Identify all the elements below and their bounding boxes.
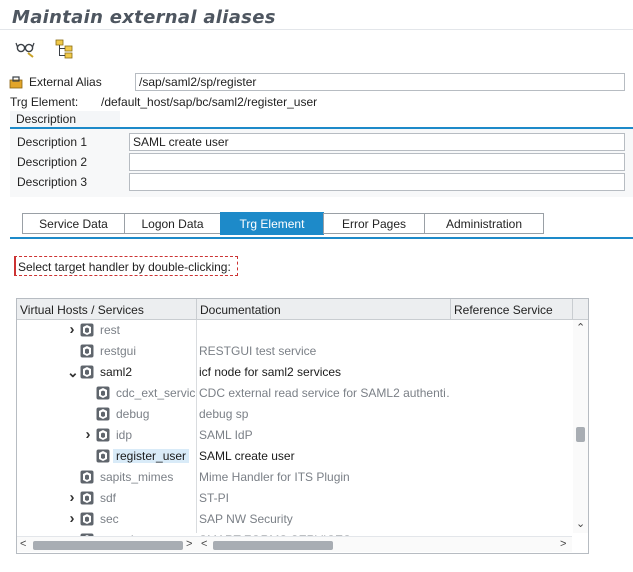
tree-node-documentation: SAML create user — [199, 449, 295, 463]
service-node-icon — [80, 512, 94, 526]
description-section-title: Description — [10, 111, 120, 127]
tree-node-documentation: ST-PI — [199, 491, 230, 505]
tree-node-label[interactable]: register_user — [113, 449, 190, 463]
tree-row[interactable]: register_user SAML create user — [17, 446, 572, 467]
service-node-icon — [80, 470, 94, 484]
tree-node-documentation: Mime Handler for ITS Plugin — [199, 470, 350, 484]
chevron-down-icon[interactable]: ⌄ — [67, 365, 79, 379]
service-node-icon — [96, 449, 110, 463]
tree-node-documentation: SAP NW Security — [199, 512, 293, 526]
tree-row[interactable]: ⌄ saml2 icf node for saml2 services — [17, 362, 572, 383]
trg-element-label: Trg Element: — [10, 95, 79, 109]
tree-node-label[interactable]: saml2 — [100, 365, 132, 379]
scroll-down-icon[interactable]: ⌄ — [576, 519, 585, 530]
column-header-reference-service[interactable]: Reference Service — [451, 299, 573, 320]
tree-row[interactable]: debug debug sp — [17, 404, 572, 425]
tree-node-documentation: SAML IdP — [199, 428, 253, 442]
service-tree[interactable]: Virtual Hosts / Services Documentation R… — [16, 298, 589, 554]
trg-element-value: /default_host/sap/bc/saml2/register_user — [101, 95, 318, 109]
tree-row[interactable]: restgui RESTGUI test service — [17, 341, 572, 362]
toolbar — [0, 31, 633, 65]
tree-row[interactable]: › sec SAP NW Security — [17, 509, 572, 530]
tree-header: Virtual Hosts / Services Documentation R… — [17, 299, 588, 320]
chevron-right-icon[interactable]: › — [67, 322, 77, 337]
scroll-up-icon[interactable]: ⌃ — [576, 323, 585, 334]
tree-node-documentation: debug sp — [199, 407, 249, 421]
tree-row[interactable]: › sdf ST-PI — [17, 488, 572, 509]
description-2-field[interactable] — [129, 153, 625, 171]
horizontal-scroll-thumb-right[interactable] — [213, 541, 333, 550]
tree-node-label[interactable]: debug — [116, 407, 149, 421]
tree-node-label[interactable]: rest — [100, 323, 120, 337]
tree-row[interactable]: sapits_mimes Mime Handler for ITS Plugin — [17, 467, 572, 488]
service-node-icon — [80, 365, 94, 379]
tree-row[interactable]: › rest — [17, 320, 572, 341]
scroll-right-icon[interactable]: > — [560, 539, 566, 550]
tab-trg-element[interactable]: Trg Element — [220, 212, 324, 235]
description-2-label: Description 2 — [17, 155, 88, 169]
service-node-icon — [96, 428, 110, 442]
scroll-left-icon[interactable]: < — [20, 539, 26, 550]
tree-node-label[interactable]: restgui — [100, 344, 136, 358]
tab-error-pages[interactable]: Error Pages — [323, 213, 425, 234]
tab-service-data[interactable]: Service Data — [22, 213, 125, 234]
horizontal-scroll-thumb-left[interactable] — [33, 541, 183, 550]
description-1-field[interactable]: SAML create user — [129, 133, 625, 151]
tab-logon-data[interactable]: Logon Data — [124, 213, 221, 234]
alias-icon — [9, 75, 23, 89]
description-3-field[interactable] — [129, 173, 625, 191]
display-change-button[interactable] — [14, 37, 36, 59]
hint-text: Select target handler by double-clicking… — [14, 256, 238, 276]
hierarchy-button[interactable] — [53, 37, 75, 59]
hierarchy-icon — [55, 39, 73, 59]
vertical-scroll-thumb[interactable] — [576, 427, 585, 442]
chevron-right-icon[interactable]: › — [67, 511, 77, 526]
tree-node-label[interactable]: sdf — [100, 491, 116, 505]
service-node-icon — [80, 344, 94, 358]
tree-node-label[interactable]: sec — [100, 512, 119, 526]
external-alias-label: External Alias — [29, 75, 102, 89]
tree-node-documentation: RESTGUI test service — [199, 344, 317, 358]
chevron-right-icon[interactable]: › — [83, 427, 93, 442]
tree-node-label[interactable]: idp — [116, 428, 132, 442]
horizontal-scrollbar[interactable]: < > < > — [17, 536, 572, 552]
service-node-icon — [96, 386, 110, 400]
chevron-right-icon[interactable]: › — [67, 490, 77, 505]
description-3-label: Description 3 — [17, 175, 88, 189]
scroll-left-right-pane-icon[interactable]: < — [201, 539, 207, 550]
service-node-icon — [80, 491, 94, 505]
column-header-documentation[interactable]: Documentation — [197, 299, 451, 320]
tree-node-label[interactable]: sapits_mimes — [100, 470, 173, 484]
tree-row[interactable]: cdc_ext_servic CDC external read service … — [17, 383, 572, 404]
service-node-icon — [96, 407, 110, 421]
vertical-scrollbar[interactable]: ⌃ ⌄ — [573, 320, 588, 533]
external-alias-field[interactable]: /sap/saml2/sp/register — [135, 73, 625, 91]
scroll-right-left-pane-icon[interactable]: > — [186, 539, 192, 550]
tree-node-documentation: CDC external read service for SAML2 auth… — [199, 386, 449, 400]
page-title: Maintain external aliases — [0, 0, 633, 30]
tab-administration[interactable]: Administration — [424, 213, 544, 234]
service-node-icon — [80, 323, 94, 337]
column-header-hosts[interactable]: Virtual Hosts / Services — [17, 299, 197, 320]
glasses-icon — [15, 42, 35, 58]
description-1-label: Description 1 — [17, 135, 88, 149]
tab-divider — [10, 237, 633, 239]
tree-node-documentation: icf node for saml2 services — [199, 365, 342, 379]
tree-row[interactable]: › idp SAML IdP — [17, 425, 572, 446]
tree-node-label[interactable]: cdc_ext_servic — [116, 386, 195, 400]
